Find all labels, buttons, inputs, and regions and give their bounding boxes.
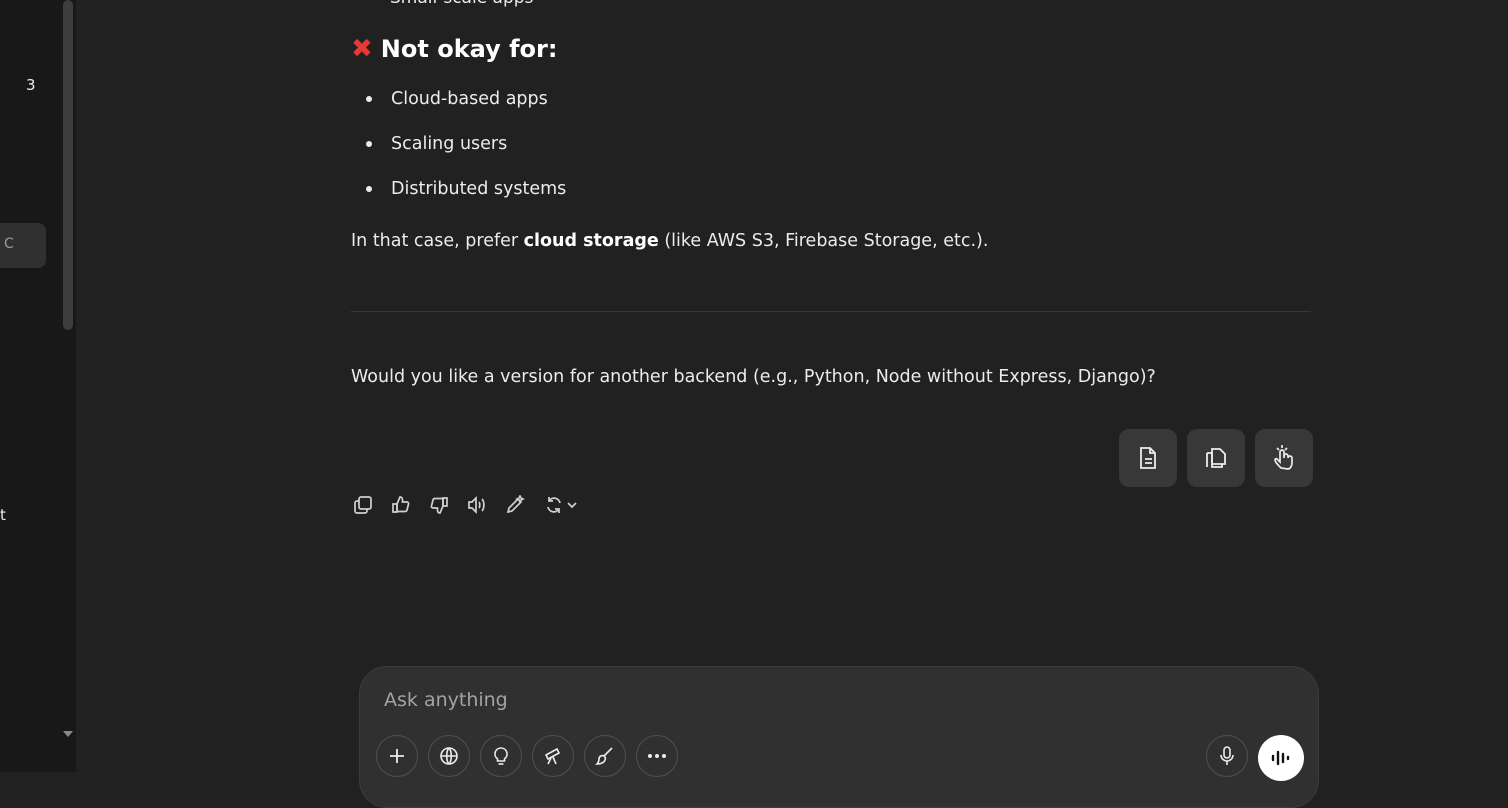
scroll-down-arrow-icon[interactable] [63,731,73,737]
voice-mode-icon [1271,750,1290,766]
list-item: Scaling users [365,131,566,176]
paragraph: In that case, prefer cloud storage (like… [351,231,988,251]
sidebar-number: 3 [26,76,36,94]
heading-text: Not okay for: [380,35,558,63]
read-aloud-icon [467,495,485,514]
add-button[interactable] [376,735,418,777]
cross-mark-icon: ✖ [351,34,373,64]
more-icon [648,754,666,758]
paragraph-text: In that case, prefer [351,231,524,251]
pointer-hand-button[interactable] [1255,429,1313,487]
thumbs-down-icon [430,496,448,514]
bullet-list: Cloud-based apps Scaling users Distribut… [351,86,566,221]
copy-icon [353,495,372,514]
sidebar-item-label: C [4,236,14,252]
prompt-input[interactable]: Ask anything [384,689,508,711]
globe-icon [440,747,458,765]
follow-up-question: Would you like a version for another bac… [351,367,1156,387]
chevron-down-icon [567,501,577,508]
more-tools-button[interactable] [636,735,678,777]
regenerate-button[interactable] [541,493,581,516]
divider [351,311,1311,312]
microphone-icon [1220,746,1234,765]
create-image-button[interactable] [584,735,626,777]
edit-icon [506,494,525,513]
thumbs-up-button[interactable] [389,493,412,516]
sidebar: 3 C t [0,0,76,772]
reason-button[interactable] [480,735,522,777]
floating-actions [1119,429,1313,487]
message-actions [351,493,581,516]
thumbs-up-icon [391,495,409,513]
document-icon [1140,447,1156,469]
voice-mode-button[interactable] [1258,735,1304,781]
dictate-button[interactable] [1206,735,1248,777]
search-web-button[interactable] [428,735,470,777]
telescope-icon [544,747,561,765]
sidebar-item-active[interactable]: C [0,223,46,268]
deep-research-button[interactable] [532,735,574,777]
pointer-hand-icon [1274,445,1293,470]
list-item: Distributed systems [365,176,566,221]
section-heading: ✖ Not okay for: [351,35,557,63]
list-item: Cloud-based apps [365,86,566,131]
sidebar-scrollbar[interactable] [63,0,73,330]
regenerate-icon [547,496,561,513]
paragraph-text-end: (like AWS S3, Firebase Storage, etc.). [658,231,989,251]
sidebar-item-label-lower[interactable]: t [0,506,6,524]
lightbulb-icon [494,747,508,765]
composer: Ask anything [359,666,1319,808]
copy-pages-button[interactable] [1187,429,1245,487]
plus-icon [390,749,404,763]
copy-pages-icon [1206,448,1226,468]
composer-tools [376,735,678,777]
copy-button[interactable] [351,493,374,516]
edit-button[interactable] [503,493,526,516]
thumbs-down-button[interactable] [427,493,450,516]
paragraph-bold: cloud storage [523,231,659,251]
document-button[interactable] [1119,429,1177,487]
paintbrush-icon [595,747,613,765]
partial-list-item: Small-scale apps [390,0,533,8]
read-aloud-button[interactable] [465,493,488,516]
